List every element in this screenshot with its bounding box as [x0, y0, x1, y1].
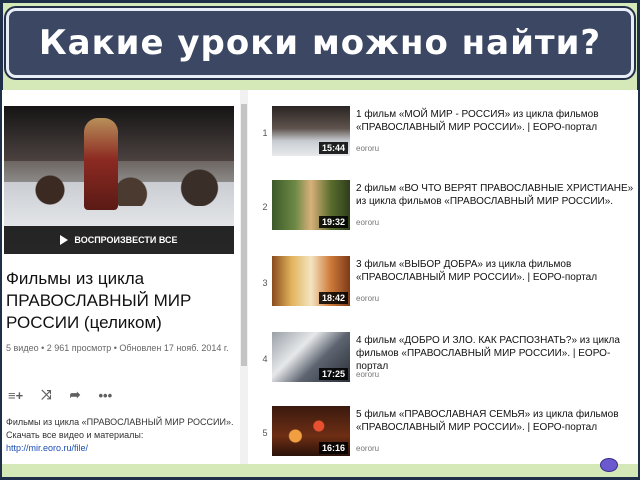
play-all-label: ВОСПРОИЗВЕСТИ ВСЕ	[74, 235, 178, 245]
more-options-icon[interactable]: •••	[99, 388, 113, 403]
hero-knight-figure	[84, 118, 118, 210]
video-duration: 15:44	[318, 142, 348, 154]
video-thumbnail[interactable]: 18:42	[272, 256, 350, 306]
playlist-title: Фильмы из цикла ПРАВОСЛАВНЫЙ МИР РОССИИ …	[6, 269, 192, 332]
list-item[interactable]: 5 16:16 5 фильм «ПРАВОСЛАВНАЯ СЕМЬЯ» из …	[250, 404, 638, 464]
video-title[interactable]: 2 фильм «ВО ЧТО ВЕРЯТ ПРАВОСЛАВНЫЕ ХРИСТ…	[356, 182, 638, 208]
video-channel[interactable]: eororu	[356, 444, 556, 453]
playlist-description-text: Фильмы из цикла «ПРАВОСЛАВНЫЙ МИР РОССИИ…	[6, 417, 234, 440]
video-title[interactable]: 1 фильм «МОЙ МИР - РОССИЯ» из цикла филь…	[356, 108, 638, 134]
video-index: 1	[262, 128, 268, 138]
hero-crowd	[4, 166, 234, 206]
slide-title-banner: Какие уроки можно найти?	[6, 8, 634, 78]
play-icon	[60, 235, 69, 245]
scrollbar-thumb[interactable]	[241, 104, 247, 366]
slide-title: Какие уроки можно найти?	[38, 23, 602, 63]
playlist-description: Фильмы из цикла «ПРАВОСЛАВНЫЙ МИР РОССИИ…	[6, 416, 234, 455]
youtube-playlist-screenshot: ВОСПРОИЗВЕСТИ ВСЕ Фильмы из цикла ПРАВОС…	[2, 90, 638, 464]
playlist-hero-image[interactable]	[4, 106, 234, 244]
video-thumbnail[interactable]: 16:16	[272, 406, 350, 456]
scrollbar[interactable]	[240, 90, 248, 464]
video-duration: 19:32	[318, 216, 348, 228]
video-thumbnail[interactable]: 17:25	[272, 332, 350, 382]
video-channel[interactable]: eororu	[356, 218, 556, 227]
video-thumbnail[interactable]: 19:32	[272, 180, 350, 230]
video-duration: 18:42	[318, 292, 348, 304]
shuffle-icon[interactable]: ⤨	[41, 387, 51, 403]
video-index: 3	[262, 278, 268, 288]
playlist-panel: ВОСПРОИЗВЕСТИ ВСЕ Фильмы из цикла ПРАВОС…	[2, 90, 240, 464]
list-item[interactable]: 3 18:42 3 фильм «ВЫБОР ДОБРА» из цикла ф…	[250, 254, 638, 320]
playlist-meta: 5 видео • 2 961 просмотр • Обновлен 17 н…	[6, 343, 229, 353]
video-channel[interactable]: eororu	[356, 144, 556, 153]
video-title[interactable]: 4 фильм «ДОБРО И ЗЛО. КАК РАСПОЗНАТЬ?» и…	[356, 334, 638, 373]
add-to-playlist-icon[interactable]: ≡+	[8, 388, 23, 403]
share-icon[interactable]: ➦	[70, 387, 81, 403]
play-all-button[interactable]: ВОСПРОИЗВЕСТИ ВСЕ	[4, 226, 234, 254]
playlist-download-link[interactable]: http://mir.eoro.ru/file/	[6, 442, 234, 455]
video-list: 1 15:44 1 фильм «МОЙ МИР - РОССИЯ» из ци…	[250, 90, 638, 464]
video-channel[interactable]: eororu	[356, 294, 556, 303]
video-duration: 17:25	[318, 368, 348, 380]
video-index: 2	[262, 202, 268, 212]
list-item[interactable]: 4 17:25 4 фильм «ДОБРО И ЗЛО. КАК РАСПОЗ…	[250, 330, 638, 396]
video-index: 5	[262, 428, 268, 438]
hero-sky	[4, 106, 234, 162]
video-title[interactable]: 5 фильм «ПРАВОСЛАВНАЯ СЕМЬЯ» из цикла фи…	[356, 408, 638, 434]
slide-bottom-strip	[2, 464, 638, 477]
video-title[interactable]: 3 фильм «ВЫБОР ДОБРА» из цикла фильмов «…	[356, 258, 638, 284]
video-duration: 16:16	[318, 442, 348, 454]
slide-nav-icon[interactable]	[600, 458, 618, 472]
list-item[interactable]: 1 15:44 1 фильм «МОЙ МИР - РОССИЯ» из ци…	[250, 104, 638, 170]
playlist-actions: ≡+ ⤨ ➦ •••	[8, 386, 128, 404]
video-index: 4	[262, 354, 268, 364]
video-channel[interactable]: eororu	[356, 370, 556, 379]
list-item[interactable]: 2 19:32 2 фильм «ВО ЧТО ВЕРЯТ ПРАВОСЛАВН…	[250, 178, 638, 244]
video-thumbnail[interactable]: 15:44	[272, 106, 350, 156]
